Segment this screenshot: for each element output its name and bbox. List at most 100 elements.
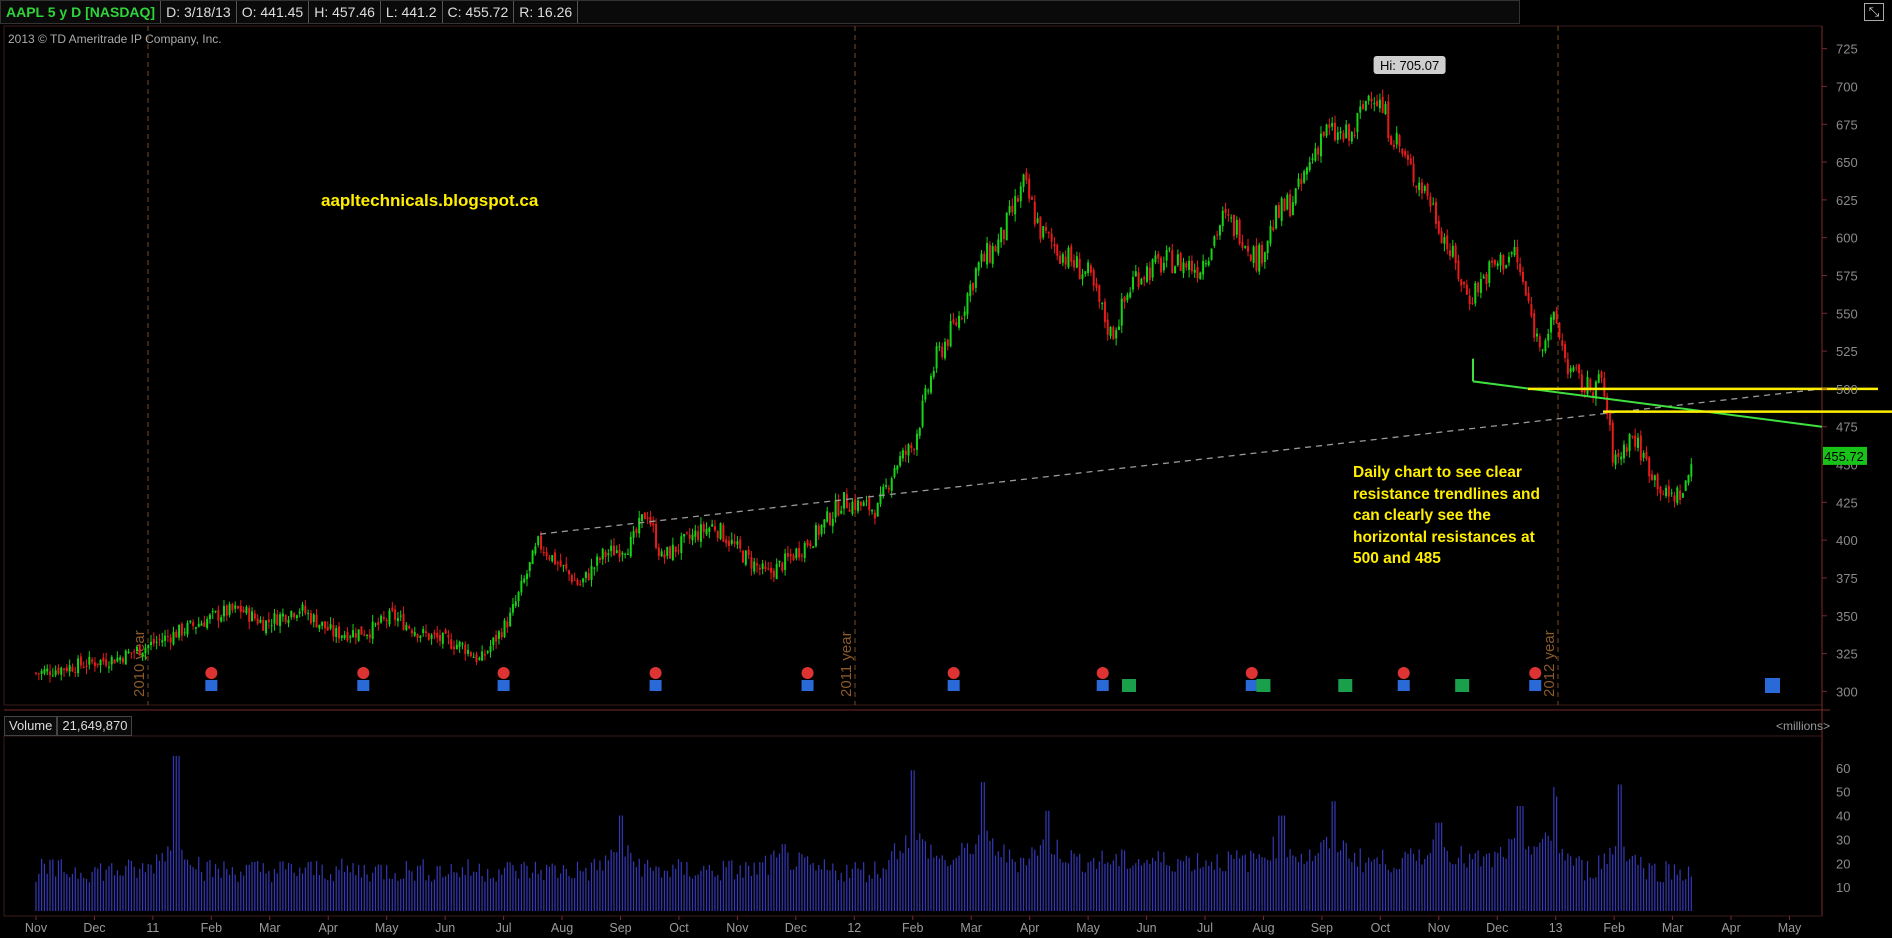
candle-body	[68, 665, 71, 672]
x-tick-label: Apr	[1020, 921, 1039, 935]
candle-body	[444, 629, 447, 634]
candle-body	[1502, 255, 1505, 270]
candle-body	[910, 445, 913, 449]
candle-body	[396, 618, 399, 622]
candle-body	[1030, 197, 1033, 200]
candle-body	[713, 526, 716, 531]
candle-body	[506, 621, 509, 628]
earnings-icon	[1245, 667, 1258, 679]
candle-body	[1342, 132, 1345, 140]
candle-body	[1176, 254, 1179, 266]
candle-body	[1586, 376, 1589, 395]
candle-body	[551, 555, 554, 562]
candle-body	[1061, 254, 1064, 263]
candle-body	[1415, 185, 1418, 188]
price-chart[interactable]: 2010 year 2011 year 2012 year Hi: 705.07 3…	[0, 0, 1892, 938]
candle-body	[1089, 265, 1092, 273]
candle-body	[1378, 99, 1381, 109]
earnings-marker-icon	[1096, 680, 1109, 691]
info-icon	[1765, 678, 1780, 693]
candle-body	[770, 567, 773, 573]
candle-body	[1465, 284, 1468, 295]
candle-body	[517, 591, 520, 602]
y-tick-label: 650	[1836, 155, 1858, 170]
candle-body	[323, 621, 326, 629]
candle-body	[705, 528, 708, 535]
candle-body	[554, 552, 557, 565]
candle-body	[455, 644, 458, 649]
candle-body	[441, 632, 444, 644]
earnings-marker-icon	[1397, 680, 1410, 691]
candle-body	[598, 557, 601, 560]
candle-body	[694, 530, 697, 537]
candle-body	[1280, 198, 1283, 221]
earnings-marker-icon	[1529, 680, 1542, 691]
candle-body	[150, 641, 153, 646]
candle-body	[1451, 245, 1454, 257]
candle-body	[1196, 266, 1199, 279]
candle-body	[927, 390, 930, 392]
candle-body	[1103, 301, 1106, 323]
candle-body	[775, 563, 778, 580]
candle-body	[284, 615, 287, 622]
candle-body	[806, 540, 809, 546]
candle-body	[986, 243, 989, 265]
earnings-icon	[649, 667, 662, 679]
candle-body	[1053, 244, 1056, 247]
candle-body	[711, 524, 714, 527]
candle-body	[823, 519, 826, 528]
blog-watermark: aapltechnicals.blogspot.ca	[321, 191, 539, 210]
dividend-icon	[1256, 679, 1271, 692]
x-tick-label: 13	[1549, 921, 1563, 935]
candle-body	[248, 607, 251, 622]
candle-body	[669, 546, 672, 559]
candle-body	[1350, 131, 1353, 142]
candle-body	[596, 556, 599, 566]
candle-body	[326, 626, 329, 631]
candle-body	[82, 667, 85, 669]
candle-body	[556, 562, 559, 564]
candle-body	[332, 624, 335, 637]
volume-label[interactable]: Volume	[4, 716, 58, 736]
candle-body	[795, 548, 798, 559]
candle-body	[1634, 435, 1637, 447]
candle-body	[590, 566, 593, 580]
candle-body	[1401, 149, 1404, 154]
candle-body	[1564, 344, 1567, 359]
candle-body	[1129, 292, 1132, 298]
candle-body	[1659, 486, 1662, 494]
x-tick-label: Feb	[1603, 921, 1625, 935]
candle-body	[1485, 274, 1488, 285]
candle-body	[1491, 260, 1494, 263]
candle-body	[1084, 271, 1087, 274]
candle-body	[121, 658, 124, 663]
candle-body	[1137, 272, 1140, 287]
candle-body	[1263, 252, 1266, 262]
candle-body	[1387, 101, 1390, 138]
candle-body	[972, 283, 975, 291]
x-tick-label: May	[1778, 921, 1802, 935]
volume-value: 21,649,870	[57, 716, 133, 736]
candle-body	[1160, 257, 1163, 273]
x-tick-label: Sep	[1311, 921, 1333, 935]
candle-body	[534, 546, 537, 554]
x-tick-label: Nov	[726, 921, 749, 935]
candle-body	[192, 622, 195, 626]
candle-body	[1530, 304, 1533, 316]
candle-body	[1566, 359, 1569, 375]
candle-body	[164, 635, 167, 641]
candle-body	[40, 670, 43, 675]
candle-body	[1252, 246, 1255, 263]
vol-tick-label: 20	[1836, 856, 1850, 871]
candle-body	[621, 552, 624, 555]
candle-body	[500, 632, 503, 638]
candle-body	[1109, 326, 1112, 337]
candle-body	[702, 524, 705, 533]
candle-body	[761, 563, 764, 569]
candle-body	[110, 656, 113, 665]
candle-body	[1578, 364, 1581, 374]
candle-body	[239, 605, 242, 612]
candle-body	[1050, 233, 1053, 242]
candle-body	[385, 620, 388, 622]
candle-body	[1592, 392, 1595, 397]
